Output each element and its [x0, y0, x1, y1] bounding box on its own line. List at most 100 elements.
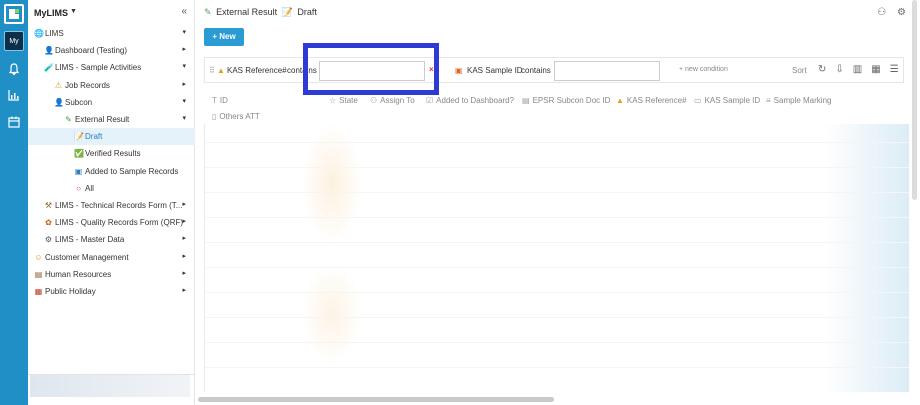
- sidebar-item-label: Draft: [85, 132, 103, 142]
- sidebar-item-external-result[interactable]: ✎ External Result ▾: [28, 111, 195, 128]
- horizontal-scrollbar[interactable]: [198, 397, 554, 402]
- sidebar-item-label: Subcon: [65, 97, 93, 107]
- column-header-others-att[interactable]: ▯ Others ATT: [212, 112, 260, 121]
- column-header-kas-sample-id[interactable]: ▭ KAS Sample ID: [694, 96, 760, 105]
- sidebar-item-lims[interactable]: 🌐 LIMS ▾: [28, 25, 195, 42]
- document-icon: ▣: [74, 166, 83, 176]
- top-right-tools: ⚇ ⚙: [869, 7, 906, 18]
- sidebar-item-customer-management[interactable]: ☺ Customer Management ▸: [28, 249, 195, 266]
- breadcrumb: ✎ External Result 📝 Draft: [204, 7, 319, 18]
- sidebar-item-lims-technical-records-form-t[interactable]: ⚒ LIMS - Technical Records Form (T... ▸: [28, 197, 195, 214]
- chevron-right-icon[interactable]: ▸: [182, 200, 186, 208]
- sidebar-item-subcon[interactable]: 👤 Subcon ▾: [28, 94, 195, 111]
- column-header-epsr-subcon-doc-id[interactable]: ▤ EPSR Subcon Doc ID: [522, 96, 610, 105]
- warning-icon: ▲: [217, 66, 225, 75]
- column-header-sample-marking[interactable]: ≡ Sample Marking: [766, 96, 831, 105]
- sidebar-item-label: Dashboard (Testing): [55, 46, 128, 56]
- calendar-icon: ▦: [34, 287, 43, 296]
- draft-icon: 📝: [281, 7, 293, 17]
- chevron-right-icon[interactable]: ▸: [182, 217, 186, 225]
- sidebar-item-label: Verified Results: [85, 149, 141, 159]
- chart-icon[interactable]: [7, 88, 21, 102]
- flower-icon: ✿: [45, 218, 52, 228]
- new-button[interactable]: + New: [204, 28, 244, 46]
- column-label: Others ATT: [219, 112, 260, 121]
- chevron-right-icon[interactable]: ▸: [182, 286, 186, 294]
- chevron-down-icon[interactable]: ▾: [182, 62, 186, 70]
- warning-icon: ▲: [616, 96, 624, 105]
- sidebar-item-public-holiday[interactable]: ▦ Public Holiday ▸: [28, 283, 195, 300]
- bell-icon[interactable]: [7, 62, 21, 76]
- column-label: KAS Reference#: [626, 96, 687, 105]
- sidebar-item-all[interactable]: ○ All: [28, 180, 195, 197]
- column-label: Added to Dashboard?: [436, 96, 515, 105]
- vertical-scrollbar[interactable]: [912, 0, 917, 200]
- sidebar-item-label: Public Holiday: [45, 287, 96, 296]
- sidebar-item-job-records[interactable]: ⚠ Job Records ▸: [28, 77, 195, 94]
- sidebar: MyLIMS ▼ « 🌐 LIMS ▾ 👤 Dashboard (Testing) ▸ 🧪 L…: [28, 0, 195, 405]
- users-icon[interactable]: ⚇: [877, 7, 886, 18]
- sidebar-item-draft[interactable]: 📝 Draft: [28, 128, 195, 146]
- sidebar-item-lims-sample-activities[interactable]: 🧪 LIMS - Sample Activities ▾: [28, 59, 195, 76]
- sort-button[interactable]: Sort: [792, 66, 807, 75]
- app-logo-icon[interactable]: [4, 4, 24, 24]
- id-icon: ▭: [694, 96, 702, 105]
- sidebar-item-label: LIMS - Sample Activities: [55, 63, 142, 73]
- chart-icon[interactable]: ▥: [853, 64, 862, 75]
- list-icon[interactable]: ☰: [890, 64, 899, 75]
- chevron-down-icon[interactable]: ▾: [182, 28, 186, 36]
- drag-handle-icon[interactable]: ⠿: [209, 66, 215, 75]
- checkbox-icon: ☑: [426, 96, 434, 105]
- sidebar-item-label: LIMS: [45, 29, 64, 38]
- chevron-right-icon[interactable]: ▸: [182, 80, 186, 88]
- kas-sample-id-filter-input[interactable]: [554, 61, 660, 81]
- sidebar-item-dashboard-testing[interactable]: 👤 Dashboard (Testing) ▸: [28, 42, 195, 59]
- chevron-down-icon[interactable]: ▾: [182, 114, 186, 122]
- filter-field-label: KAS Sample ID: [467, 66, 523, 75]
- sidebar-item-lims-master-data[interactable]: ⚙ LIMS - Master Data ▸: [28, 231, 195, 248]
- column-header-kas-reference[interactable]: ▲ KAS Reference#: [616, 96, 687, 105]
- pencil-icon: ✎: [204, 7, 212, 17]
- chevron-right-icon[interactable]: ▸: [182, 252, 186, 260]
- chevron-right-icon[interactable]: ▸: [182, 45, 186, 53]
- column-label: KAS Sample ID: [704, 96, 761, 105]
- globe-icon: 🌐: [34, 29, 44, 38]
- column-header-id[interactable]: T ID: [212, 96, 228, 105]
- export-icon[interactable]: ⇩: [835, 64, 843, 75]
- star-icon: ☆: [329, 96, 337, 105]
- tools-icon: ⚒: [44, 201, 53, 210]
- grid-header: T ID ☆ State ⚇ Assign To ☑ Added to Dashboar…: [204, 92, 914, 124]
- filter-operator-label[interactable]: contains: [521, 66, 551, 75]
- breadcrumb-item[interactable]: External Result: [216, 7, 277, 17]
- calendar-icon[interactable]: ▦: [871, 64, 880, 75]
- chevron-right-icon[interactable]: ▸: [182, 234, 186, 242]
- calendar-icon[interactable]: [7, 115, 21, 129]
- my-apps-button[interactable]: My: [4, 31, 24, 51]
- sidebar-item-label: External Result: [75, 115, 130, 124]
- refresh-icon[interactable]: ↻: [818, 64, 826, 75]
- sidebar-item-lims-quality-records-form-qrf[interactable]: ✿ LIMS - Quality Records Form (QRF) ▸: [28, 214, 195, 231]
- app-title[interactable]: MyLIMS: [34, 8, 68, 18]
- sidebar-item-verified-results[interactable]: ✅ Verified Results: [28, 145, 195, 162]
- gear-icon[interactable]: ⚙: [897, 7, 906, 18]
- collapse-sidebar-button[interactable]: «: [181, 6, 187, 17]
- smile-icon: ☺: [34, 252, 43, 262]
- sidebar-item-label: All: [85, 183, 94, 193]
- new-condition-button[interactable]: + new condition: [679, 66, 728, 73]
- column-header-added-to-dashboard[interactable]: ☑ Added to Dashboard?: [426, 96, 514, 105]
- user-profile-area[interactable]: [30, 375, 190, 397]
- sidebar-item-label: Customer Management: [45, 252, 129, 262]
- grid-body: [204, 124, 909, 392]
- column-header-assign-to[interactable]: ⚇ Assign To: [370, 96, 415, 105]
- sidebar-item-label: Job Records: [65, 80, 110, 90]
- column-header-state[interactable]: ☆ State: [329, 96, 358, 105]
- sidebar-item-human-resources[interactable]: ▤ Human Resources ▸: [28, 266, 195, 283]
- person-icon: 👤: [54, 97, 64, 107]
- sidebar-item-added-to-sample-records[interactable]: ▣ Added to Sample Records: [28, 163, 195, 180]
- chevron-right-icon[interactable]: ▸: [182, 269, 186, 277]
- chevron-down-icon[interactable]: ▾: [182, 97, 186, 105]
- highlight-box: [303, 43, 439, 95]
- user-icon: 👤: [44, 46, 54, 56]
- text-icon: T: [212, 96, 217, 105]
- chevron-down-icon[interactable]: ▼: [70, 8, 77, 15]
